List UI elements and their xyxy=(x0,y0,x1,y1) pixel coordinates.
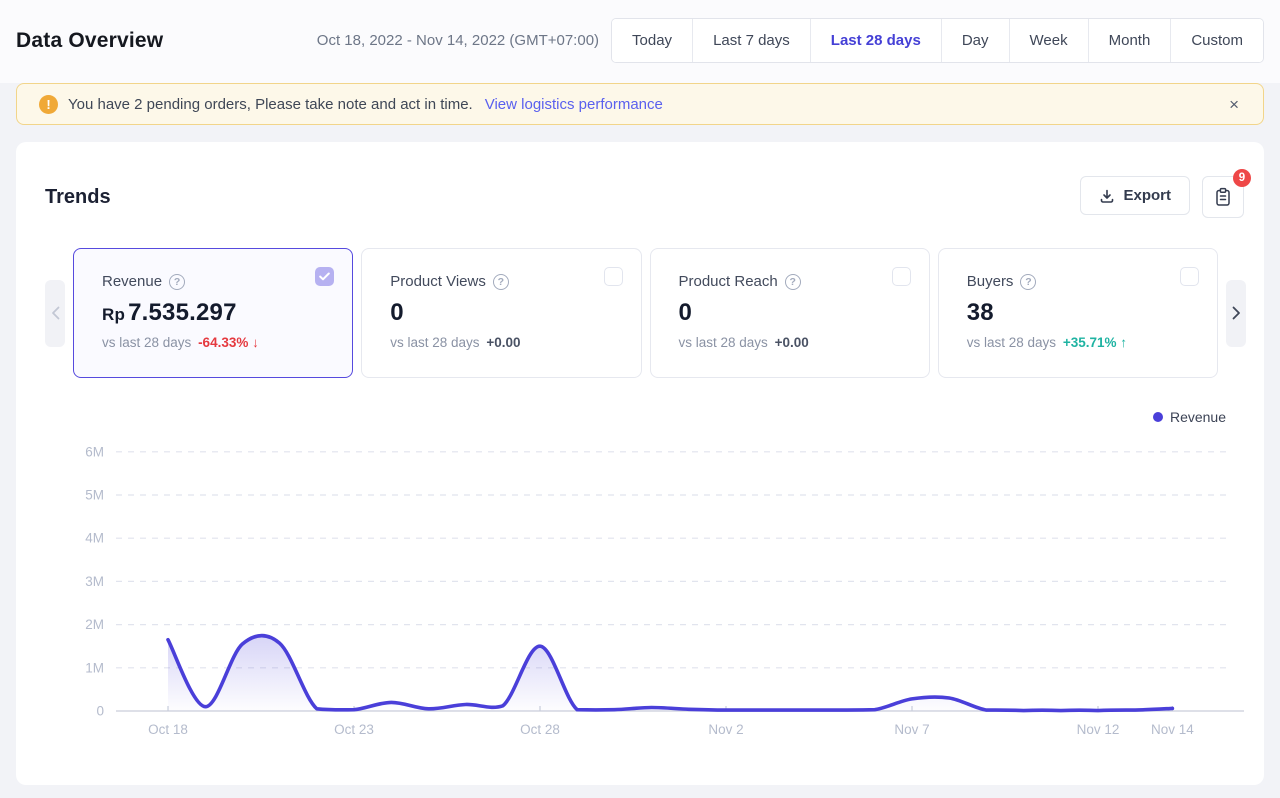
date-range-tabs: Today Last 7 days Last 28 days Day Week … xyxy=(611,18,1264,63)
checkbox-unchecked-icon[interactable] xyxy=(604,267,623,286)
metric-card-revenue[interactable]: Revenue ? Rp7.535.297 vs last 28 days -6… xyxy=(73,248,353,378)
pending-orders-banner: ! You have 2 pending orders, Please take… xyxy=(16,83,1264,125)
trends-title: Trends xyxy=(45,186,111,209)
tab-day[interactable]: Day xyxy=(942,19,1010,62)
delta-value: +0.00 xyxy=(486,335,520,350)
tasks-badge: 9 xyxy=(1233,169,1251,187)
metric-compare: vs last 28 days +0.00 xyxy=(390,335,620,350)
help-icon[interactable]: ? xyxy=(169,274,185,290)
metric-compare: vs last 28 days -64.33% ↓ xyxy=(102,335,332,350)
checkbox-checked-icon[interactable] xyxy=(315,267,334,286)
metric-value: Rp7.535.297 xyxy=(102,299,332,327)
revenue-legend-dot-icon xyxy=(1153,412,1163,422)
metric-label: Product Views xyxy=(390,273,486,290)
delta-value: -64.33% xyxy=(198,335,248,350)
export-button-label: Export xyxy=(1123,187,1171,204)
tab-last-7-days[interactable]: Last 7 days xyxy=(693,19,811,62)
metric-card-product-reach[interactable]: Product Reach ? 0 vs last 28 days +0.00 xyxy=(650,248,930,378)
delta-value: +0.00 xyxy=(775,335,809,350)
tasks-button[interactable]: 9 xyxy=(1202,176,1244,218)
metric-value: 0 xyxy=(679,299,909,327)
metric-card-buyers[interactable]: Buyers ? 38 vs last 28 days +35.71% ↑ xyxy=(938,248,1218,378)
clipboard-icon xyxy=(1214,187,1232,207)
metric-label: Product Reach xyxy=(679,273,778,290)
delta-up-icon: ↑ xyxy=(1120,335,1127,350)
revenue-trend-chart: 0 1M 2M 3M 4M 5M 6M Oct 18 Oct 23 Oct 28 Nov 2 Nov … xyxy=(16,425,1264,771)
tab-last-28-days[interactable]: Last 28 days xyxy=(811,19,942,62)
metric-compare: vs last 28 days +0.00 xyxy=(679,335,909,350)
chart-legend: Revenue xyxy=(45,408,1226,425)
page-title: Data Overview xyxy=(16,29,163,53)
svg-text:Oct 28: Oct 28 xyxy=(520,722,560,737)
banner-text: You have 2 pending orders, Please take n… xyxy=(68,96,473,113)
download-icon xyxy=(1099,188,1115,204)
tab-custom[interactable]: Custom xyxy=(1171,19,1263,62)
help-icon[interactable]: ? xyxy=(493,274,509,290)
checkbox-unchecked-icon[interactable] xyxy=(892,267,911,286)
metrics-carousel: Revenue ? Rp7.535.297 vs last 28 days -6… xyxy=(45,248,1246,378)
delta-value: +35.71% xyxy=(1063,335,1117,350)
svg-text:6M: 6M xyxy=(85,444,104,459)
checkbox-unchecked-icon[interactable] xyxy=(1180,267,1199,286)
svg-text:Nov 12: Nov 12 xyxy=(1077,722,1120,737)
trends-header: Trends Export 9 xyxy=(45,176,1246,218)
export-button[interactable]: Export xyxy=(1080,176,1190,215)
svg-text:0: 0 xyxy=(96,704,104,719)
trends-actions: Export 9 xyxy=(1080,176,1244,218)
svg-text:Nov 7: Nov 7 xyxy=(894,722,929,737)
svg-text:Oct 18: Oct 18 xyxy=(148,722,188,737)
svg-text:Nov 2: Nov 2 xyxy=(708,722,743,737)
close-icon[interactable]: × xyxy=(1223,92,1245,117)
svg-text:Nov 14: Nov 14 xyxy=(1151,722,1194,737)
svg-text:Oct 23: Oct 23 xyxy=(334,722,374,737)
view-logistics-link[interactable]: View logistics performance xyxy=(485,96,663,113)
metric-compare: vs last 28 days +35.71% ↑ xyxy=(967,335,1197,350)
metric-label: Buyers xyxy=(967,273,1014,290)
metric-value: 0 xyxy=(390,299,620,327)
trends-panel: Trends Export 9 xyxy=(16,142,1264,785)
tab-week[interactable]: Week xyxy=(1010,19,1089,62)
revenue-legend-label: Revenue xyxy=(1170,409,1226,425)
svg-text:3M: 3M xyxy=(85,574,104,589)
carousel-next-button[interactable] xyxy=(1226,280,1246,347)
warning-icon: ! xyxy=(39,95,58,114)
tab-today[interactable]: Today xyxy=(612,19,693,62)
metric-label: Revenue xyxy=(102,273,162,290)
svg-text:5M: 5M xyxy=(85,488,104,503)
svg-text:1M: 1M xyxy=(85,660,104,675)
metric-value: 38 xyxy=(967,299,1197,327)
top-bar: Data Overview Oct 18, 2022 - Nov 14, 202… xyxy=(0,0,1280,83)
svg-text:4M: 4M xyxy=(85,531,104,546)
help-icon[interactable]: ? xyxy=(1020,274,1036,290)
date-range-text: Oct 18, 2022 - Nov 14, 2022 (GMT+07:00) xyxy=(317,32,599,49)
tab-month[interactable]: Month xyxy=(1089,19,1172,62)
metric-card-product-views[interactable]: Product Views ? 0 vs last 28 days +0.00 xyxy=(361,248,641,378)
carousel-prev-button[interactable] xyxy=(45,280,65,347)
delta-down-icon: ↓ xyxy=(252,335,259,350)
help-icon[interactable]: ? xyxy=(785,274,801,290)
svg-text:2M: 2M xyxy=(85,617,104,632)
